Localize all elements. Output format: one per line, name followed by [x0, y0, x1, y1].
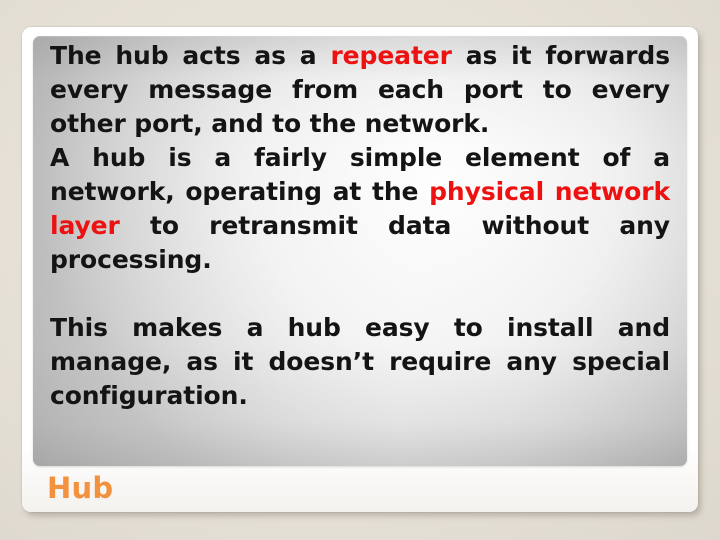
slide-card: The hub acts as a repeater as it forward…	[22, 27, 698, 512]
body-text-block: The hub acts as a repeater as it forward…	[50, 39, 670, 413]
paragraph-1: The hub acts as a repeater as it forward…	[50, 39, 670, 141]
content-panel: The hub acts as a repeater as it forward…	[33, 36, 687, 466]
slide-canvas: The hub acts as a repeater as it forward…	[0, 0, 720, 540]
paragraph-3: This makes a hub easy to install and man…	[50, 311, 670, 413]
highlight-repeater: repeater	[330, 41, 452, 70]
paragraph-1-text-part-1: The hub acts as a	[50, 41, 331, 70]
paragraph-3-text: This makes a hub easy to install and man…	[50, 313, 670, 410]
paragraph-2-text-part-2: to retransmit data without any processin…	[50, 211, 670, 274]
paragraph-2: A hub is a fairly simple element of a ne…	[50, 141, 670, 277]
slide-title: Hub	[47, 471, 114, 505]
